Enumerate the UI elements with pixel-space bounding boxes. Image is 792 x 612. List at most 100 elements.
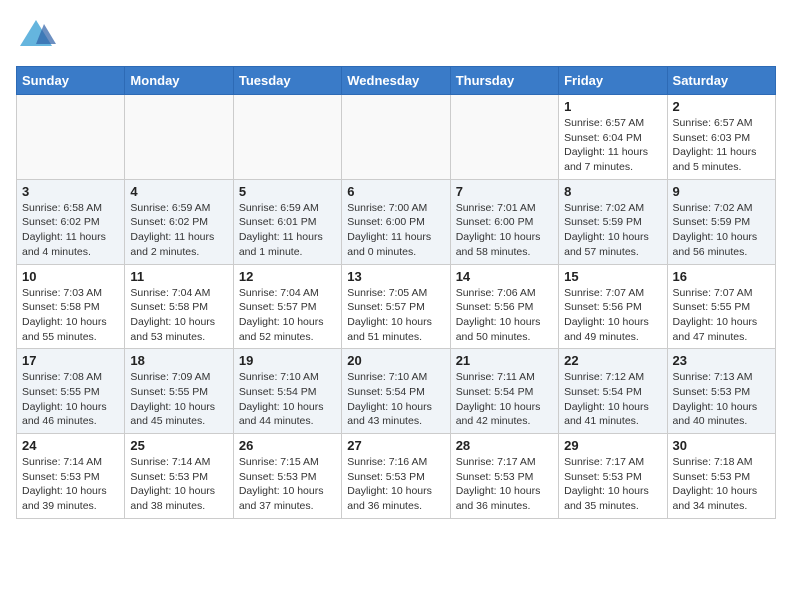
day-detail: Sunrise: 7:15 AM Sunset: 5:53 PM Dayligh… — [239, 455, 336, 514]
calendar-weekday-tuesday: Tuesday — [233, 67, 341, 95]
day-detail: Sunrise: 7:01 AM Sunset: 6:00 PM Dayligh… — [456, 201, 553, 260]
day-number: 16 — [673, 269, 770, 284]
day-number: 21 — [456, 353, 553, 368]
day-number: 2 — [673, 99, 770, 114]
day-detail: Sunrise: 7:07 AM Sunset: 5:56 PM Dayligh… — [564, 286, 661, 345]
day-detail: Sunrise: 7:02 AM Sunset: 5:59 PM Dayligh… — [673, 201, 770, 260]
calendar-cell: 8 Sunrise: 7:02 AM Sunset: 5:59 PM Daylig… — [559, 179, 667, 264]
day-number: 22 — [564, 353, 661, 368]
calendar-weekday-sunday: Sunday — [17, 67, 125, 95]
day-number: 30 — [673, 438, 770, 453]
day-number: 9 — [673, 184, 770, 199]
day-detail: Sunrise: 6:59 AM Sunset: 6:01 PM Dayligh… — [239, 201, 336, 260]
day-number: 5 — [239, 184, 336, 199]
day-detail: Sunrise: 7:14 AM Sunset: 5:53 PM Dayligh… — [22, 455, 119, 514]
day-detail: Sunrise: 7:16 AM Sunset: 5:53 PM Dayligh… — [347, 455, 444, 514]
calendar-cell: 27 Sunrise: 7:16 AM Sunset: 5:53 PM Dayli… — [342, 434, 450, 519]
calendar-header-row: SundayMondayTuesdayWednesdayThursdayFrid… — [17, 67, 776, 95]
day-detail: Sunrise: 7:12 AM Sunset: 5:54 PM Dayligh… — [564, 370, 661, 429]
calendar-cell: 18Sunrise: 7:09 AM Sunset: 5:55 PM Dayli… — [125, 349, 233, 434]
day-number: 14 — [456, 269, 553, 284]
day-number: 8 — [564, 184, 661, 199]
day-number: 17 — [22, 353, 119, 368]
calendar-cell: 19Sunrise: 7:10 AM Sunset: 5:54 PM Dayli… — [233, 349, 341, 434]
calendar-week-row: 1 Sunrise: 6:57 AM Sunset: 6:04 PM Daylig… — [17, 95, 776, 180]
day-detail: Sunrise: 7:03 AM Sunset: 5:58 PM Dayligh… — [22, 286, 119, 345]
day-detail: Sunrise: 7:18 AM Sunset: 5:53 PM Dayligh… — [673, 455, 770, 514]
day-detail: Sunrise: 7:17 AM Sunset: 5:53 PM Dayligh… — [564, 455, 661, 514]
calendar-cell — [342, 95, 450, 180]
calendar-cell: 28 Sunrise: 7:17 AM Sunset: 5:53 PM Dayli… — [450, 434, 558, 519]
calendar-header: SundayMondayTuesdayWednesdayThursdayFrid… — [17, 67, 776, 95]
calendar-cell: 26 Sunrise: 7:15 AM Sunset: 5:53 PM Dayli… — [233, 434, 341, 519]
calendar-cell: 20 Sunrise: 7:10 AM Sunset: 5:54 PM Dayli… — [342, 349, 450, 434]
day-detail: Sunrise: 7:05 AM Sunset: 5:57 PM Dayligh… — [347, 286, 444, 345]
day-detail: Sunrise: 7:08 AM Sunset: 5:55 PM Dayligh… — [22, 370, 119, 429]
day-number: 1 — [564, 99, 661, 114]
day-detail: Sunrise: 7:10 AM Sunset: 5:54 PM Dayligh… — [347, 370, 444, 429]
calendar-cell: 5 Sunrise: 6:59 AM Sunset: 6:01 PM Daylig… — [233, 179, 341, 264]
calendar-weekday-friday: Friday — [559, 67, 667, 95]
day-number: 10 — [22, 269, 119, 284]
day-detail: Sunrise: 7:13 AM Sunset: 5:53 PM Dayligh… — [673, 370, 770, 429]
calendar-cell: 25Sunrise: 7:14 AM Sunset: 5:53 PM Dayli… — [125, 434, 233, 519]
calendar-cell: 14 Sunrise: 7:06 AM Sunset: 5:56 PM Dayli… — [450, 264, 558, 349]
calendar-cell — [17, 95, 125, 180]
calendar-weekday-monday: Monday — [125, 67, 233, 95]
calendar-cell: 7 Sunrise: 7:01 AM Sunset: 6:00 PM Daylig… — [450, 179, 558, 264]
calendar-cell: 23 Sunrise: 7:13 AM Sunset: 5:53 PM Dayli… — [667, 349, 775, 434]
day-detail: Sunrise: 7:06 AM Sunset: 5:56 PM Dayligh… — [456, 286, 553, 345]
calendar-cell: 2 Sunrise: 6:57 AM Sunset: 6:03 PM Daylig… — [667, 95, 775, 180]
calendar-cell: 10 Sunrise: 7:03 AM Sunset: 5:58 PM Dayli… — [17, 264, 125, 349]
calendar-cell: 24 Sunrise: 7:14 AM Sunset: 5:53 PM Dayli… — [17, 434, 125, 519]
calendar-week-row: 17 Sunrise: 7:08 AM Sunset: 5:55 PM Dayli… — [17, 349, 776, 434]
day-detail: Sunrise: 6:58 AM Sunset: 6:02 PM Dayligh… — [22, 201, 119, 260]
logo — [16, 16, 60, 56]
day-number: 12 — [239, 269, 336, 284]
day-number: 24 — [22, 438, 119, 453]
calendar-cell: 17 Sunrise: 7:08 AM Sunset: 5:55 PM Dayli… — [17, 349, 125, 434]
calendar-cell: 11Sunrise: 7:04 AM Sunset: 5:58 PM Dayli… — [125, 264, 233, 349]
day-number: 27 — [347, 438, 444, 453]
calendar-week-row: 3 Sunrise: 6:58 AM Sunset: 6:02 PM Daylig… — [17, 179, 776, 264]
day-number: 26 — [239, 438, 336, 453]
calendar-week-row: 24 Sunrise: 7:14 AM Sunset: 5:53 PM Dayli… — [17, 434, 776, 519]
day-number: 13 — [347, 269, 444, 284]
calendar-cell: 30 Sunrise: 7:18 AM Sunset: 5:53 PM Dayli… — [667, 434, 775, 519]
calendar-cell — [125, 95, 233, 180]
calendar-cell — [450, 95, 558, 180]
calendar-cell: 4Sunrise: 6:59 AM Sunset: 6:02 PM Daylig… — [125, 179, 233, 264]
day-number: 7 — [456, 184, 553, 199]
day-detail: Sunrise: 6:57 AM Sunset: 6:04 PM Dayligh… — [564, 116, 661, 175]
calendar-table: SundayMondayTuesdayWednesdayThursdayFrid… — [16, 66, 776, 519]
calendar-cell: 3 Sunrise: 6:58 AM Sunset: 6:02 PM Daylig… — [17, 179, 125, 264]
day-detail: Sunrise: 7:04 AM Sunset: 5:57 PM Dayligh… — [239, 286, 336, 345]
day-detail: Sunrise: 7:17 AM Sunset: 5:53 PM Dayligh… — [456, 455, 553, 514]
day-detail: Sunrise: 7:02 AM Sunset: 5:59 PM Dayligh… — [564, 201, 661, 260]
day-number: 28 — [456, 438, 553, 453]
calendar-weekday-thursday: Thursday — [450, 67, 558, 95]
day-detail: Sunrise: 6:57 AM Sunset: 6:03 PM Dayligh… — [673, 116, 770, 175]
calendar-cell: 16 Sunrise: 7:07 AM Sunset: 5:55 PM Dayli… — [667, 264, 775, 349]
day-detail: Sunrise: 7:09 AM Sunset: 5:55 PM Dayligh… — [130, 370, 227, 429]
calendar-cell: 15 Sunrise: 7:07 AM Sunset: 5:56 PM Dayli… — [559, 264, 667, 349]
page-header — [16, 16, 776, 56]
day-number: 15 — [564, 269, 661, 284]
day-detail: Sunrise: 7:07 AM Sunset: 5:55 PM Dayligh… — [673, 286, 770, 345]
calendar-cell: 22 Sunrise: 7:12 AM Sunset: 5:54 PM Dayli… — [559, 349, 667, 434]
day-number: 20 — [347, 353, 444, 368]
calendar-cell: 1 Sunrise: 6:57 AM Sunset: 6:04 PM Daylig… — [559, 95, 667, 180]
day-number: 23 — [673, 353, 770, 368]
calendar-cell: 9 Sunrise: 7:02 AM Sunset: 5:59 PM Daylig… — [667, 179, 775, 264]
calendar-cell — [233, 95, 341, 180]
calendar-cell: 13 Sunrise: 7:05 AM Sunset: 5:57 PM Dayli… — [342, 264, 450, 349]
day-detail: Sunrise: 7:00 AM Sunset: 6:00 PM Dayligh… — [347, 201, 444, 260]
day-number: 19 — [239, 353, 336, 368]
day-number: 29 — [564, 438, 661, 453]
day-number: 3 — [22, 184, 119, 199]
day-detail: Sunrise: 7:11 AM Sunset: 5:54 PM Dayligh… — [456, 370, 553, 429]
calendar-week-row: 10 Sunrise: 7:03 AM Sunset: 5:58 PM Dayli… — [17, 264, 776, 349]
day-detail: Sunrise: 7:14 AM Sunset: 5:53 PM Dayligh… — [130, 455, 227, 514]
logo-icon — [16, 16, 56, 56]
calendar-cell: 6Sunrise: 7:00 AM Sunset: 6:00 PM Daylig… — [342, 179, 450, 264]
